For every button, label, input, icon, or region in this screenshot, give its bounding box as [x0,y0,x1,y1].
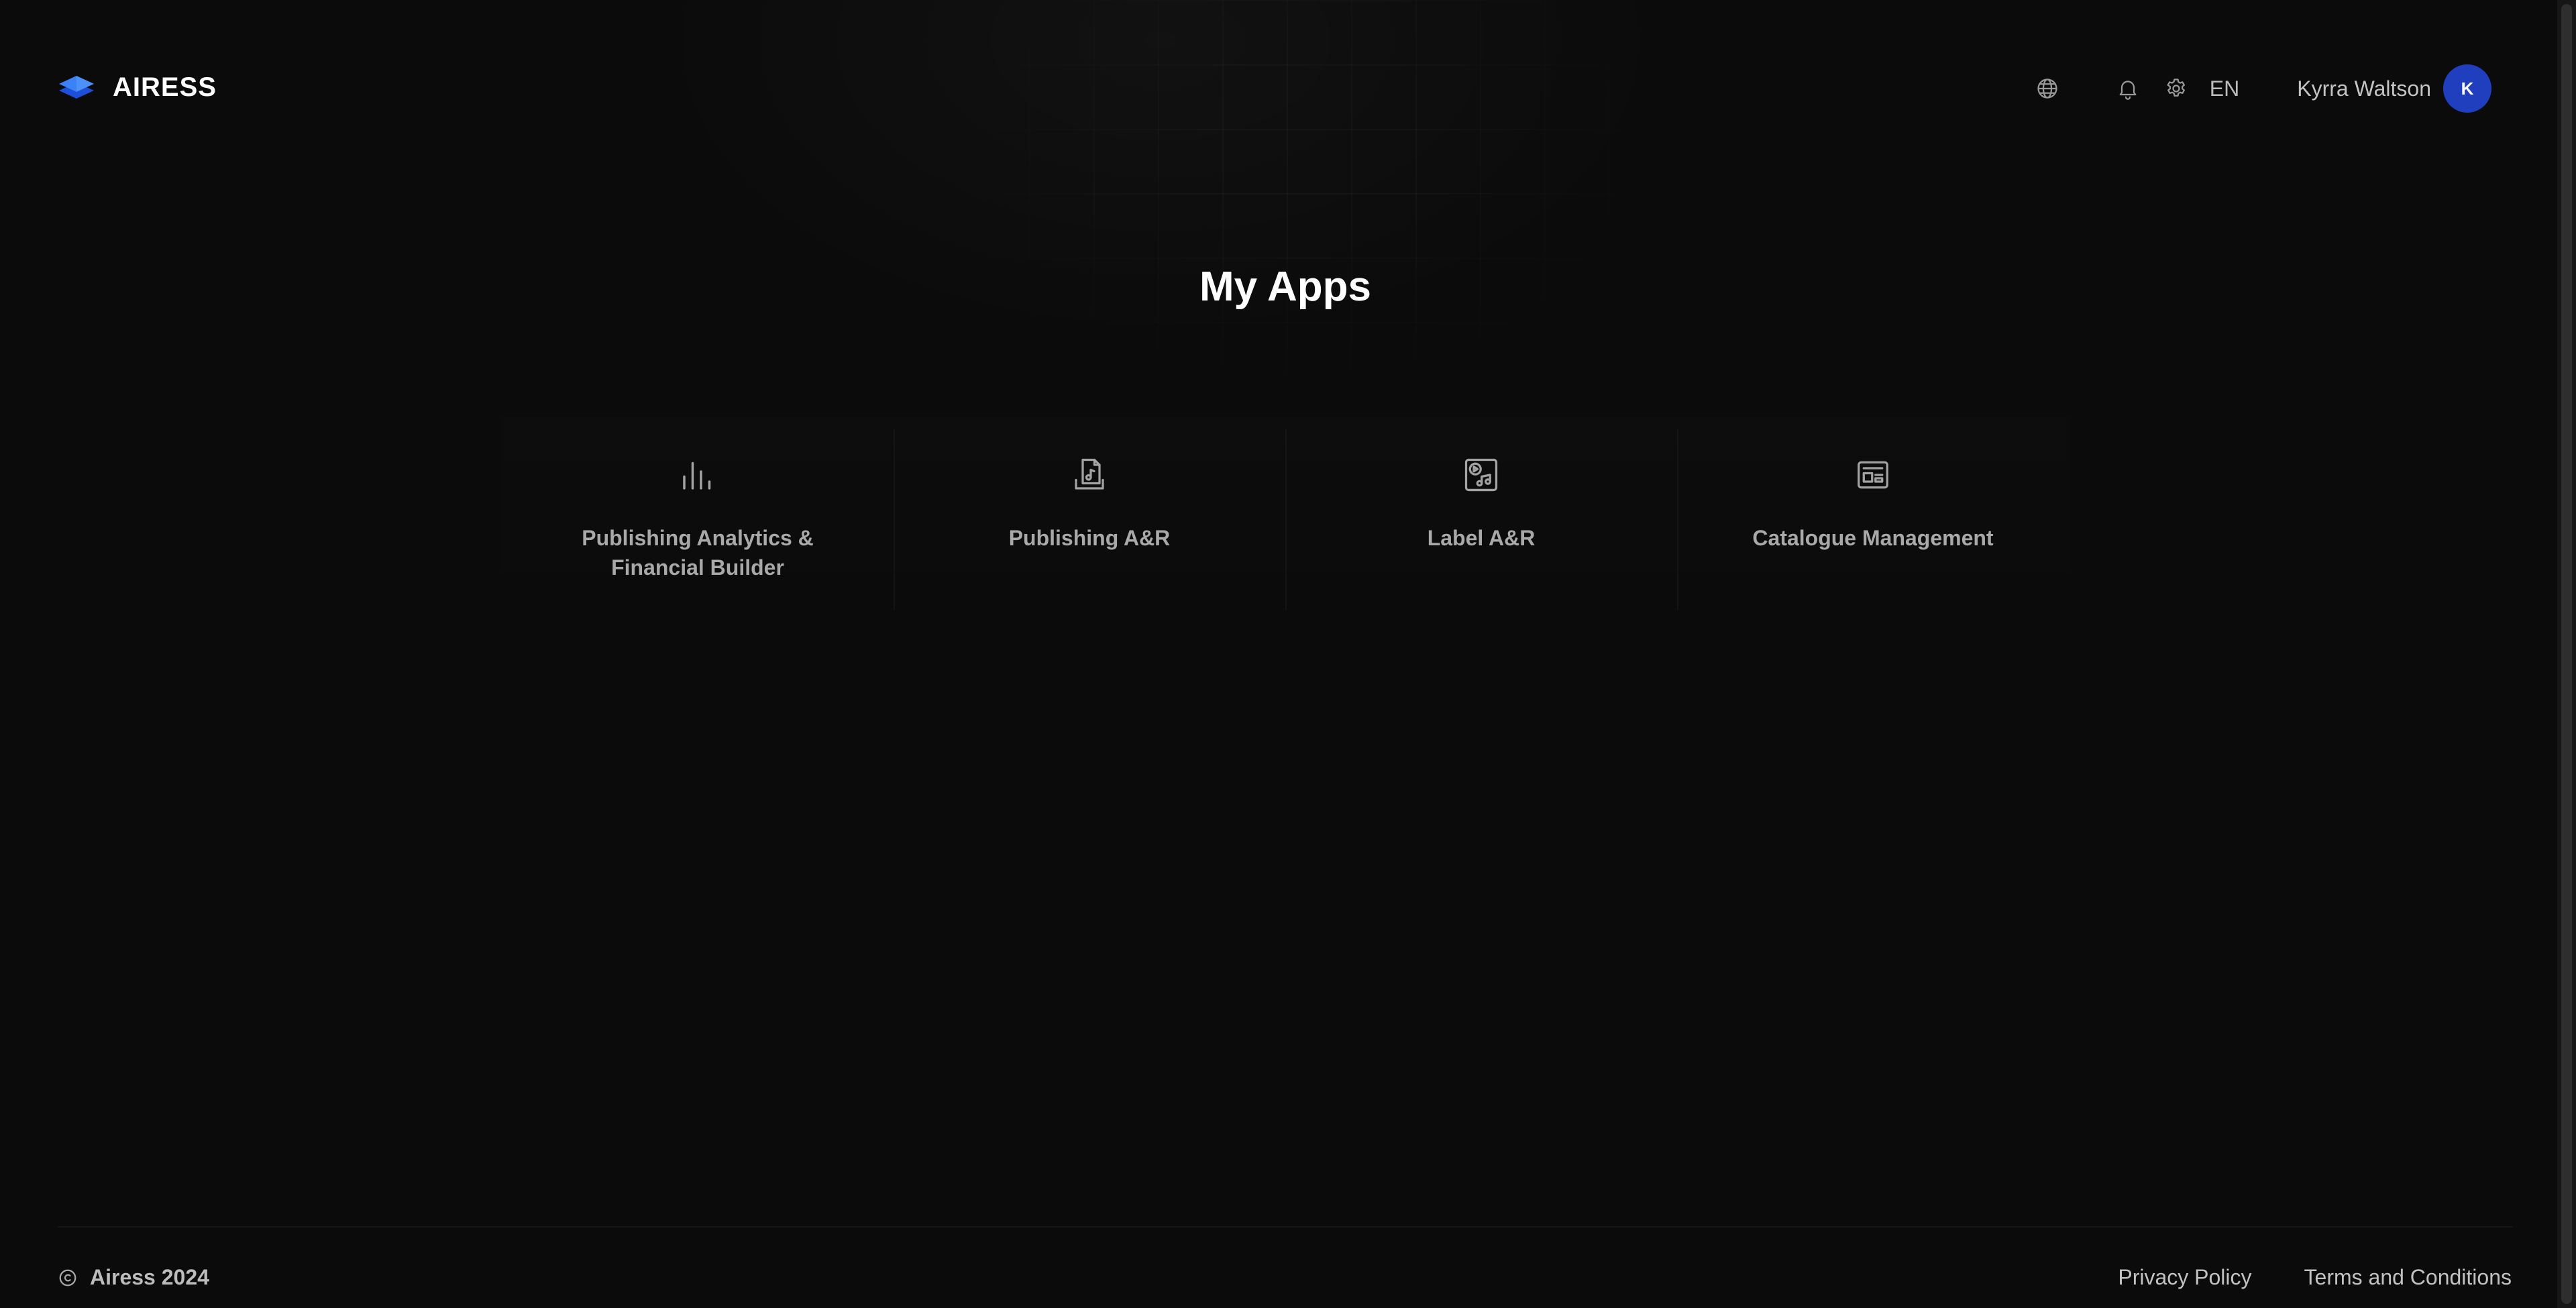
footer-links: Privacy Policy Terms and Conditions [2118,1265,2512,1290]
scrollbar-thumb[interactable] [2561,4,2572,1304]
copyright: Airess 2024 [58,1265,209,1290]
apps-grid: Publishing Analytics & Financial Builder… [502,417,2069,625]
app-label: Label A&R [1427,526,1536,550]
avatar[interactable]: K [2443,64,2491,113]
app-label: Catalogue Management [1752,526,1994,550]
brand[interactable]: AIRESS [58,72,217,103]
settings-button[interactable] [2157,70,2195,107]
top-actions: EN Kyrra Waltson K [2029,64,2491,113]
app-card-label-ar[interactable]: Label A&R [1285,417,1677,625]
brand-name: AIRESS [113,72,217,102]
top-bar: AIRESS EN Kyrra Waltson K [0,0,2556,177]
notifications-button[interactable] [2109,70,2147,107]
app-card-catalogue-management[interactable]: Catalogue Management [1677,417,2069,625]
bell-icon [2119,80,2137,100]
page: AIRESS EN Kyrra Waltson K My Apps Publis… [0,0,2576,1308]
catalogue-icon [1851,453,1894,496]
copyright-text: Airess 2024 [90,1265,209,1289]
app-label: Publishing Analytics & Financial Builder [582,526,814,580]
copyright-icon [59,1269,76,1286]
globe-button[interactable] [2029,70,2066,107]
terms-and-conditions-link[interactable]: Terms and Conditions [2304,1265,2512,1290]
music-document-icon [1068,453,1111,496]
app-label: Publishing A&R [1008,526,1171,550]
footer-divider [58,1226,2513,1228]
user-name[interactable]: Kyrra Waltson [2297,76,2431,101]
play-music-icon [1460,453,1503,496]
vertical-scrollbar[interactable] [2557,0,2576,1308]
bar-chart-icon [676,453,719,496]
page-title: My Apps [1199,264,1372,310]
language-selector[interactable]: EN [2210,76,2239,101]
gear-icon [2167,78,2185,97]
app-card-publishing-analytics[interactable]: Publishing Analytics & Financial Builder [502,417,894,625]
privacy-policy-link[interactable]: Privacy Policy [2118,1265,2251,1290]
layers-logo-icon [59,75,94,99]
globe-icon [2037,78,2057,99]
app-card-publishing-ar[interactable]: Publishing A&R [894,417,1285,625]
